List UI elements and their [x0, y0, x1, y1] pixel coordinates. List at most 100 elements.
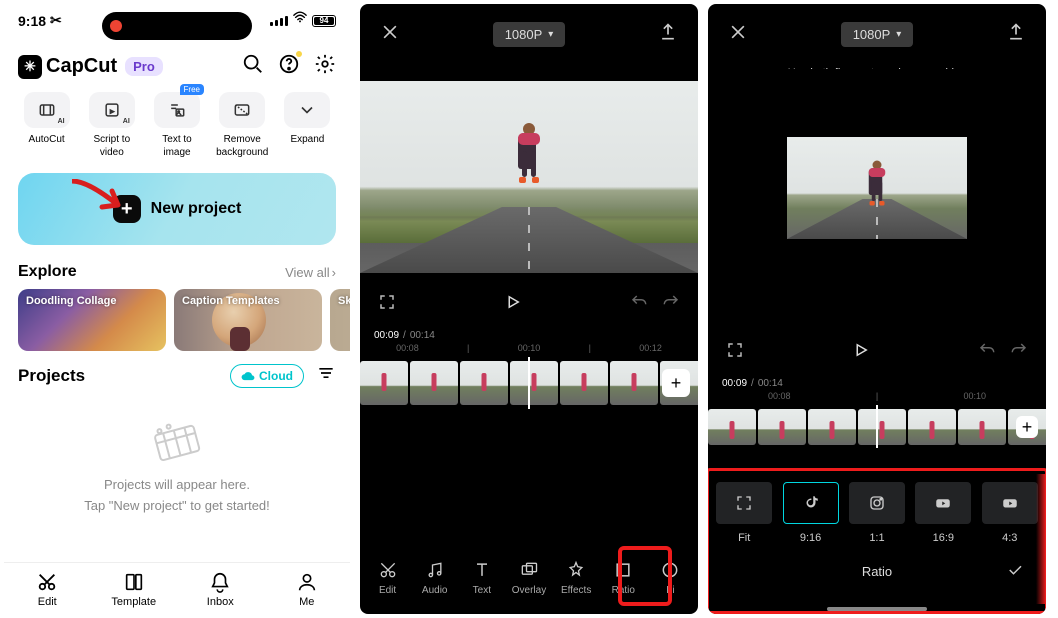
tool-expand[interactable]: Expand — [279, 92, 336, 159]
close-icon[interactable] — [728, 22, 748, 47]
explore-card[interactable]: Skin Filter — [330, 289, 350, 351]
record-dot-icon — [110, 20, 122, 32]
play-icon[interactable] — [852, 341, 870, 364]
signal-icon — [270, 15, 288, 26]
instagram-icon — [849, 482, 905, 524]
export-icon[interactable] — [1006, 22, 1026, 47]
ratio-fit[interactable]: Fit — [716, 482, 772, 544]
undo-icon[interactable] — [978, 341, 996, 364]
projects-placeholder: Projects will appear here. Tap "New proj… — [4, 422, 350, 513]
nav-inbox[interactable]: Inbox — [177, 571, 264, 608]
editor-top-bar: 1080P — [360, 4, 698, 59]
filter-icon[interactable] — [316, 363, 336, 388]
fullscreen-icon[interactable] — [726, 341, 744, 364]
playback-row — [708, 331, 1046, 374]
view-all-button[interactable]: View all› — [285, 265, 336, 280]
export-icon[interactable] — [658, 22, 678, 47]
playback-row — [360, 283, 698, 326]
tools-row: AI AutoCut AI Script to video Free Text … — [4, 84, 350, 163]
tool-autocut[interactable]: AI AutoCut — [18, 92, 75, 159]
wifi-icon — [293, 10, 307, 27]
ratio-16-9[interactable]: 16:9 — [915, 482, 971, 544]
timeline-ticks: 00:08|00:10 — [708, 391, 1046, 405]
nav-template[interactable]: Template — [91, 571, 178, 608]
redo-icon[interactable] — [662, 293, 680, 316]
app-logo: ✳ CapCut — [18, 55, 117, 79]
home-indicator — [827, 607, 927, 611]
tool-text[interactable]: Text — [458, 560, 505, 596]
timeline[interactable]: + — [360, 357, 698, 409]
ratio-title-label: Ratio — [862, 564, 892, 579]
fullscreen-icon[interactable] — [378, 293, 396, 316]
playhead[interactable] — [528, 357, 530, 409]
search-icon[interactable] — [242, 53, 264, 80]
tool-text-to-image[interactable]: Free Text to image — [148, 92, 205, 159]
tool-ratio[interactable]: Ratio — [600, 560, 647, 596]
close-icon[interactable] — [380, 22, 400, 47]
explore-card[interactable]: Caption Templates — [174, 289, 322, 351]
tool-edit[interactable]: Edit — [364, 560, 411, 596]
undo-icon[interactable] — [630, 293, 648, 316]
new-project-button[interactable]: + New project — [18, 173, 336, 245]
capcut-home-screen: 9:18 ✂︎ 94 ✳ CapCut Pro AI Auto — [4, 4, 350, 614]
explore-card[interactable]: Doodling Collage — [18, 289, 166, 351]
cloud-button[interactable]: Cloud — [230, 364, 304, 388]
capcut-ratio-screen: 1080P Use both fingers to resize your vi… — [708, 4, 1046, 614]
time-indicator: 00:09/00:14 — [708, 374, 1046, 391]
ratio-options: Fit 9:16 1:1 16:9 4:3 — [708, 478, 1046, 550]
app-name: CapCut — [46, 55, 117, 78]
projects-header: Projects Cloud — [4, 351, 350, 400]
new-project-label: New project — [151, 200, 242, 218]
video-preview[interactable]: Use both fingers to resize your video — [708, 59, 1046, 323]
tool-overlay[interactable]: Overlay — [505, 560, 552, 596]
confirm-icon[interactable] — [1006, 561, 1024, 582]
app-header: ✳ CapCut Pro — [4, 41, 350, 84]
nav-me[interactable]: Me — [264, 571, 351, 608]
dynamic-island — [102, 12, 252, 40]
free-tag: Free — [180, 84, 204, 95]
status-time: 9:18 — [18, 13, 46, 29]
video-preview[interactable] — [360, 81, 698, 273]
tool-script-to-video[interactable]: AI Script to video — [83, 92, 140, 159]
logo-mark-icon: ✳ — [18, 55, 42, 79]
redo-icon[interactable] — [1010, 341, 1028, 364]
tool-effects[interactable]: Effects — [553, 560, 600, 596]
nav-edit[interactable]: Edit — [4, 571, 91, 608]
resolution-select[interactable]: 1080P — [493, 22, 566, 47]
settings-icon[interactable] — [314, 53, 336, 80]
help-icon[interactable] — [278, 53, 300, 80]
capcut-editor-screen: 1080P 00:09/00:14 00:08|00:10|00:12 + Ed… — [360, 4, 698, 614]
resolution-select[interactable]: 1080P — [841, 22, 914, 47]
ratio-4-3[interactable]: 4:3 — [982, 482, 1038, 544]
explore-header: Explore View all› — [4, 255, 350, 289]
annotation-arrow — [70, 179, 136, 224]
runner-figure — [518, 123, 540, 183]
editor-tools: Edit Audio Text Overlay Effects Ratio Fi — [360, 548, 698, 614]
add-clip-button[interactable]: + — [1016, 416, 1038, 438]
timeline[interactable]: + — [708, 405, 1046, 449]
projects-title: Projects — [18, 366, 218, 386]
bottom-nav: Edit Template Inbox Me — [4, 562, 350, 614]
youtube-icon — [982, 482, 1038, 524]
ratio-panel: Fit 9:16 1:1 16:9 4:3 Ratio — [708, 468, 1046, 614]
tiktok-icon — [783, 482, 839, 524]
editor-top-bar: 1080P — [708, 4, 1046, 59]
explore-row[interactable]: Doodling Collage Caption Templates Skin … — [4, 289, 350, 351]
playhead[interactable] — [876, 405, 878, 448]
pro-badge[interactable]: Pro — [125, 57, 163, 76]
ratio-title-bar: Ratio — [708, 564, 1046, 579]
tool-more[interactable]: Fi — [647, 560, 694, 596]
youtube-icon — [915, 482, 971, 524]
ratio-1-1[interactable]: 1:1 — [849, 482, 905, 544]
tool-remove-background[interactable]: Remove background — [214, 92, 271, 159]
ratio-9-16[interactable]: 9:16 — [783, 482, 839, 544]
timeline-ticks: 00:08|00:10|00:12 — [360, 343, 698, 357]
utensils-icon: ✂︎ — [50, 12, 62, 29]
battery-icon: 94 — [312, 15, 336, 27]
play-icon[interactable] — [504, 293, 522, 316]
chevron-right-icon: › — [332, 265, 336, 280]
tool-audio[interactable]: Audio — [411, 560, 458, 596]
clip-icon — [150, 417, 203, 468]
explore-title: Explore — [18, 263, 77, 281]
add-clip-button[interactable]: + — [662, 369, 690, 397]
